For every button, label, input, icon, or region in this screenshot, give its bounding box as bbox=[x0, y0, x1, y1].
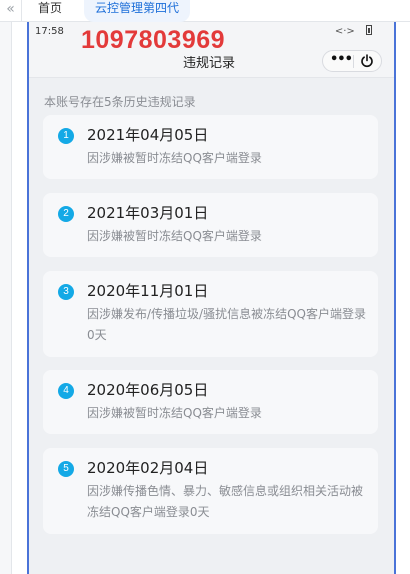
record-card: 2 2021年03月01日 因涉嫌被暂时冻结QQ客户端登录 bbox=[43, 193, 378, 257]
record-description: 因涉嫌被暂时冻结QQ客户端登录 bbox=[87, 406, 262, 420]
tab-bar: « 首页 云控管理第四代 bbox=[0, 0, 410, 22]
record-card: 1 2021年04月05日 因涉嫌被暂时冻结QQ客户端登录 bbox=[43, 115, 378, 179]
capsule-divider bbox=[353, 55, 354, 68]
record-index-badge: 4 bbox=[58, 383, 74, 399]
signal-icon: <·> bbox=[334, 26, 355, 37]
record-date: 2020年02月04日 bbox=[87, 459, 209, 477]
record-date: 2021年03月01日 bbox=[87, 204, 209, 222]
record-date: 2021年04月05日 bbox=[87, 126, 209, 144]
left-gutter bbox=[0, 22, 12, 574]
status-time: 17:58 bbox=[35, 26, 64, 37]
power-icon[interactable] bbox=[360, 54, 374, 68]
account-number: 1097803969 bbox=[81, 26, 226, 54]
record-date: 2020年06月05日 bbox=[87, 381, 209, 399]
page-title: 违规记录 bbox=[183, 56, 236, 71]
mini-program-capsule: ••• bbox=[322, 50, 382, 72]
record-description: 因涉嫌传播色情、暴力、敏感信息或组织相关活动被冻结QQ客户端登录0天 bbox=[87, 484, 364, 519]
record-index-badge: 2 bbox=[58, 206, 74, 222]
record-index-badge: 5 bbox=[58, 461, 74, 477]
record-description: 因涉嫌被暂时冻结QQ客户端登录 bbox=[87, 229, 262, 243]
record-index-badge: 3 bbox=[58, 284, 74, 300]
tab-yunkong[interactable]: 云控管理第四代 bbox=[84, 0, 190, 22]
more-icon[interactable]: ••• bbox=[330, 52, 353, 67]
phone-preview: 17:58 <·> 1097803969 违规记录 ••• 本账号存在5条历史违… bbox=[27, 22, 396, 574]
status-icons: <·> bbox=[335, 25, 372, 37]
battery-icon bbox=[366, 25, 372, 35]
chevrons-left-icon[interactable]: « bbox=[0, 0, 22, 22]
record-card: 4 2020年06月05日 因涉嫌被暂时冻结QQ客户端登录 bbox=[43, 370, 378, 434]
record-card: 3 2020年11月01日 因涉嫌发布/传播垃圾/骚扰信息被冻结QQ客户端登录0… bbox=[43, 271, 378, 357]
record-description: 因涉嫌发布/传播垃圾/骚扰信息被冻结QQ客户端登录0天 bbox=[87, 307, 366, 342]
phone-header: 17:58 <·> 1097803969 违规记录 ••• bbox=[29, 22, 394, 78]
record-summary: 本账号存在5条历史违规记录 bbox=[44, 95, 196, 109]
record-description: 因涉嫌被暂时冻结QQ客户端登录 bbox=[87, 151, 262, 165]
record-card: 5 2020年02月04日 因涉嫌传播色情、暴力、敏感信息或组织相关活动被冻结Q… bbox=[43, 448, 378, 534]
record-index-badge: 1 bbox=[58, 128, 74, 144]
record-date: 2020年11月01日 bbox=[87, 282, 209, 300]
tab-home[interactable]: 首页 bbox=[38, 0, 62, 22]
